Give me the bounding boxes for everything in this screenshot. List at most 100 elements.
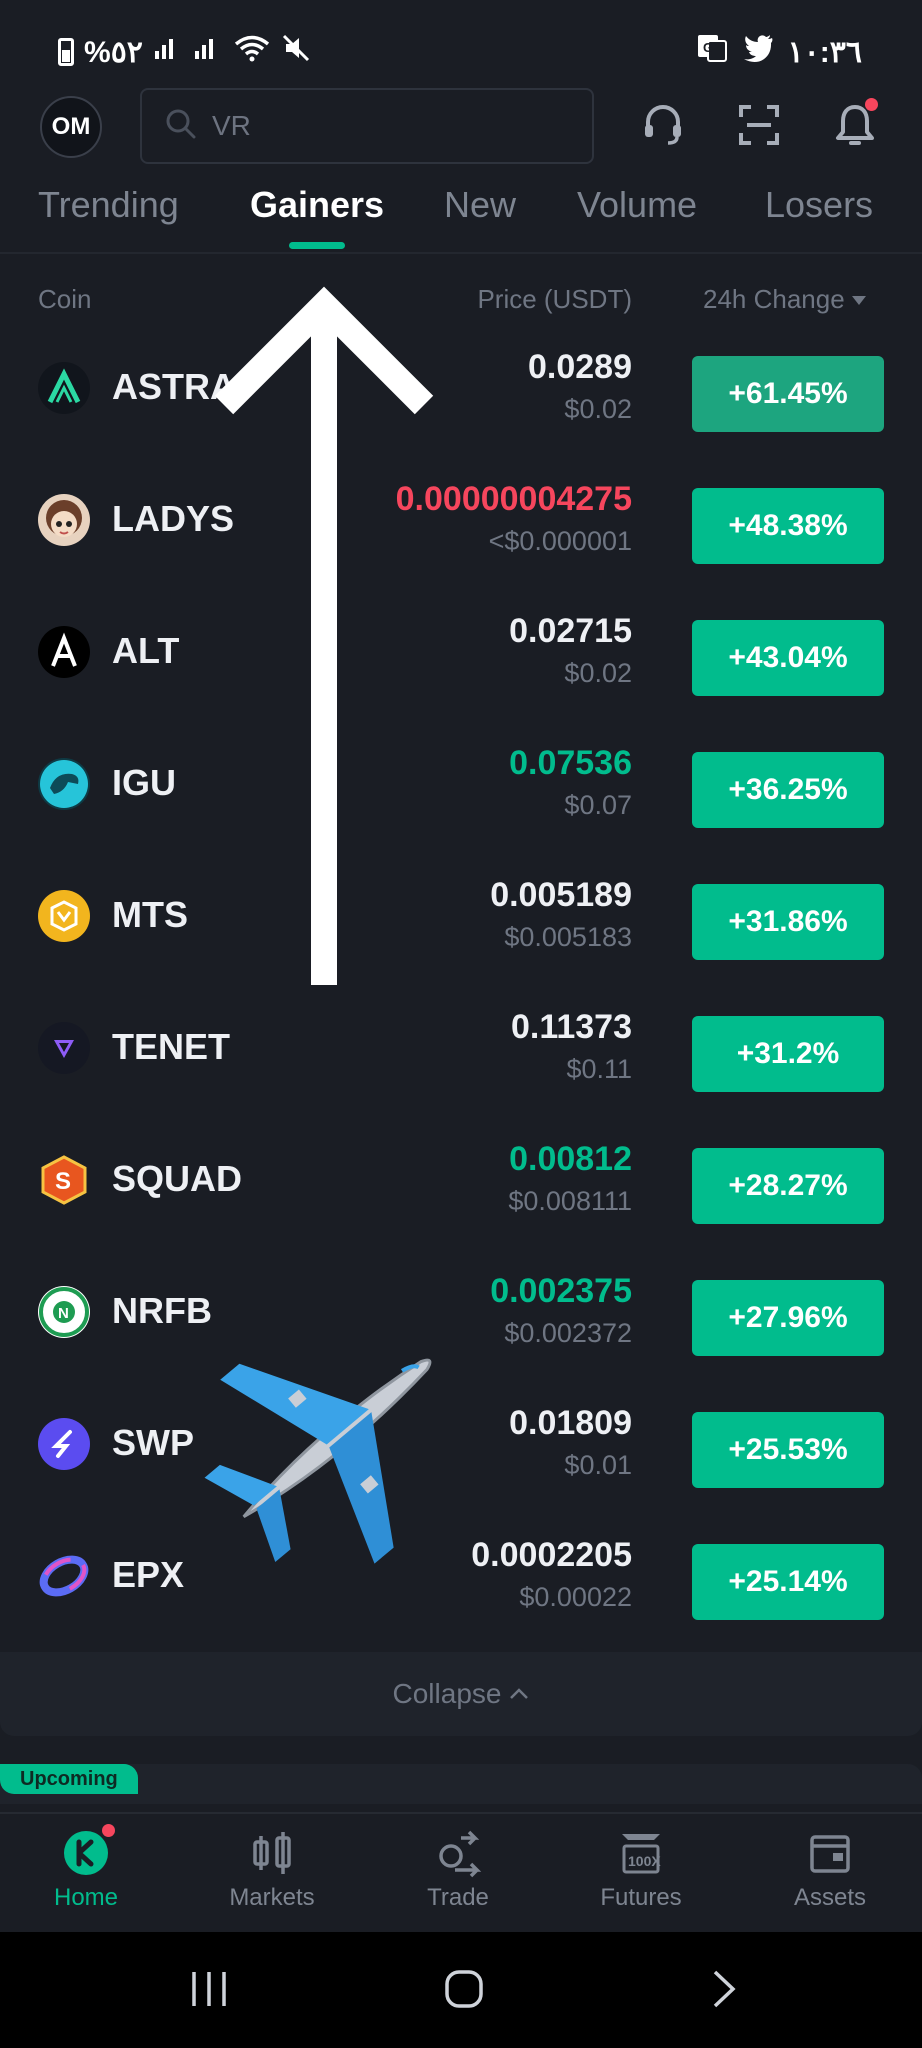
search-bar[interactable] — [140, 88, 594, 164]
change-badge[interactable]: +48.38% — [692, 488, 884, 564]
futures-icon: 100X — [622, 1834, 661, 1874]
nrfb-icon: N — [38, 1286, 90, 1338]
collapse-button[interactable]: Collapse — [0, 1652, 922, 1736]
bottom-nav: Home Markets Trade 100X Futures Assets — [0, 1812, 922, 1934]
coin-symbol: SWP — [112, 1422, 195, 1463]
signal-icon — [193, 35, 223, 69]
recent-apps-icon[interactable] — [188, 1968, 230, 2010]
mute-icon — [281, 33, 311, 71]
change-badge[interactable]: +31.86% — [692, 884, 884, 960]
coin-fiat-price: $0.00022 — [519, 1582, 632, 1612]
table-row[interactable]: IGU 0.07536 $0.07 +36.25% — [0, 732, 922, 864]
nav-markets-label: Markets — [229, 1884, 315, 1911]
status-left: %٥٢ — [58, 28, 311, 76]
table-row[interactable]: ASTRA 0.0289 $0.02 +61.45% — [0, 336, 922, 468]
battery-icon — [58, 38, 74, 66]
column-header-coin: Coin — [38, 284, 92, 314]
table-row[interactable]: TENET 0.11373 $0.11 +31.2% — [0, 996, 922, 1128]
avatar[interactable]: OM — [40, 96, 102, 158]
chevron-up-icon — [510, 1688, 529, 1699]
nav-markets[interactable]: Markets — [207, 1828, 337, 1912]
tab-volume[interactable]: Volume — [577, 184, 697, 226]
coin-symbol: SQUAD — [112, 1158, 243, 1199]
coin-price: 0.002375 — [490, 1272, 632, 1310]
coin-price: 0.00000004275 — [395, 480, 632, 518]
coin-symbol: LADYS — [112, 498, 235, 539]
table-row[interactable]: EPX 0.0002205 $0.00022 +25.14% — [0, 1524, 922, 1656]
change-badge[interactable]: +31.2% — [692, 1016, 884, 1092]
status-right: G ١٠:٣٦ — [696, 28, 862, 76]
nav-futures[interactable]: 100X Futures — [576, 1828, 706, 1912]
trade-icon — [439, 1830, 482, 1878]
table-row[interactable]: MTS 0.005189 $0.005183 +31.86% — [0, 864, 922, 996]
table-row[interactable]: S SQUAD 0.00812 $0.008111 +28.27% — [0, 1128, 922, 1260]
home-badge — [102, 1824, 115, 1837]
tenet-icon — [38, 1022, 90, 1074]
coin-symbol: EPX — [112, 1554, 185, 1595]
scan-icon[interactable] — [734, 100, 784, 150]
translate-icon: G — [696, 33, 728, 71]
squad-icon: S — [38, 1154, 90, 1206]
home-system-icon[interactable] — [443, 1968, 485, 2010]
tab-trending[interactable]: Trending — [38, 184, 179, 226]
svg-text:G: G — [703, 40, 713, 55]
system-nav-bar — [0, 1932, 922, 2048]
coin-fiat-price: $0.005183 — [504, 922, 632, 952]
signal-icon — [153, 35, 183, 69]
support-icon[interactable] — [638, 100, 688, 150]
tab-gainers[interactable]: Gainers — [250, 184, 384, 226]
table-row[interactable]: N NRFB 0.002375 $0.002372 +27.96% — [0, 1260, 922, 1392]
change-badge[interactable]: +27.96% — [692, 1280, 884, 1356]
upcoming-badge: Upcoming — [0, 1764, 138, 1794]
sort-down-icon — [851, 295, 866, 305]
change-badge[interactable]: +61.45% — [692, 356, 884, 432]
coin-fiat-price: $0.01 — [564, 1450, 632, 1480]
table-row[interactable]: ALT 0.02715 $0.02 +43.04% — [0, 600, 922, 732]
markets-icon — [253, 1832, 291, 1874]
column-header-change-label: 24h Change — [703, 284, 845, 314]
change-badge[interactable]: +36.25% — [692, 752, 884, 828]
notification-badge — [865, 98, 878, 111]
coin-price: 0.11373 — [510, 1008, 632, 1046]
nav-futures-label: Futures — [600, 1884, 682, 1911]
coin-price: 0.02715 — [509, 612, 632, 650]
astra-icon — [38, 362, 90, 414]
column-header-change[interactable]: 24h Change — [703, 284, 867, 315]
swp-icon — [38, 1418, 90, 1470]
battery-percent: %٥٢ — [84, 35, 143, 69]
wifi-icon — [233, 34, 271, 70]
status-bar: %٥٢ G ١٠:٣٦ — [0, 0, 922, 80]
coin-symbol: IGU — [112, 762, 177, 803]
table-row[interactable]: SWP 0.01809 $0.01 +25.53% — [0, 1392, 922, 1524]
notification-bell-icon[interactable] — [830, 98, 880, 150]
nav-assets-label: Assets — [793, 1884, 867, 1911]
tab-new[interactable]: New — [444, 184, 516, 226]
change-badge[interactable]: +25.53% — [692, 1412, 884, 1488]
change-badge[interactable]: +25.14% — [692, 1544, 884, 1620]
igu-icon — [38, 758, 90, 810]
coin-fiat-price: $0.002372 — [504, 1318, 632, 1348]
change-badge[interactable]: +43.04% — [692, 620, 884, 696]
coin-fiat-price: <$0.000001 — [488, 526, 632, 556]
svg-text:N: N — [58, 1305, 69, 1322]
change-badge[interactable]: +28.27% — [692, 1148, 884, 1224]
nav-assets[interactable]: Assets — [765, 1828, 895, 1912]
nav-home[interactable]: Home — [21, 1824, 151, 1912]
table-row[interactable]: LADYS 0.00000004275 <$0.000001 +48.38% — [0, 468, 922, 600]
tab-losers[interactable]: Losers — [765, 184, 873, 226]
market-tabs: Trending Gainers New Volume Losers — [0, 180, 922, 254]
coin-price: 0.01809 — [509, 1404, 632, 1442]
twitter-icon — [742, 34, 774, 70]
coin-price: 0.0289 — [528, 348, 632, 386]
coin-price: 0.005189 — [490, 876, 632, 914]
search-input[interactable] — [210, 109, 574, 143]
nav-trade[interactable]: Trade — [393, 1828, 523, 1912]
coin-price: 0.00812 — [509, 1140, 632, 1178]
svg-text:S: S — [55, 1168, 71, 1195]
coin-symbol: ALT — [112, 630, 180, 671]
back-chevron-icon[interactable] — [705, 1968, 741, 2010]
coin-fiat-price: $0.11 — [566, 1054, 632, 1084]
avatar-initials: OM — [51, 113, 91, 140]
upcoming-card[interactable] — [0, 1764, 922, 1804]
svg-text:100X: 100X — [628, 1853, 661, 1869]
